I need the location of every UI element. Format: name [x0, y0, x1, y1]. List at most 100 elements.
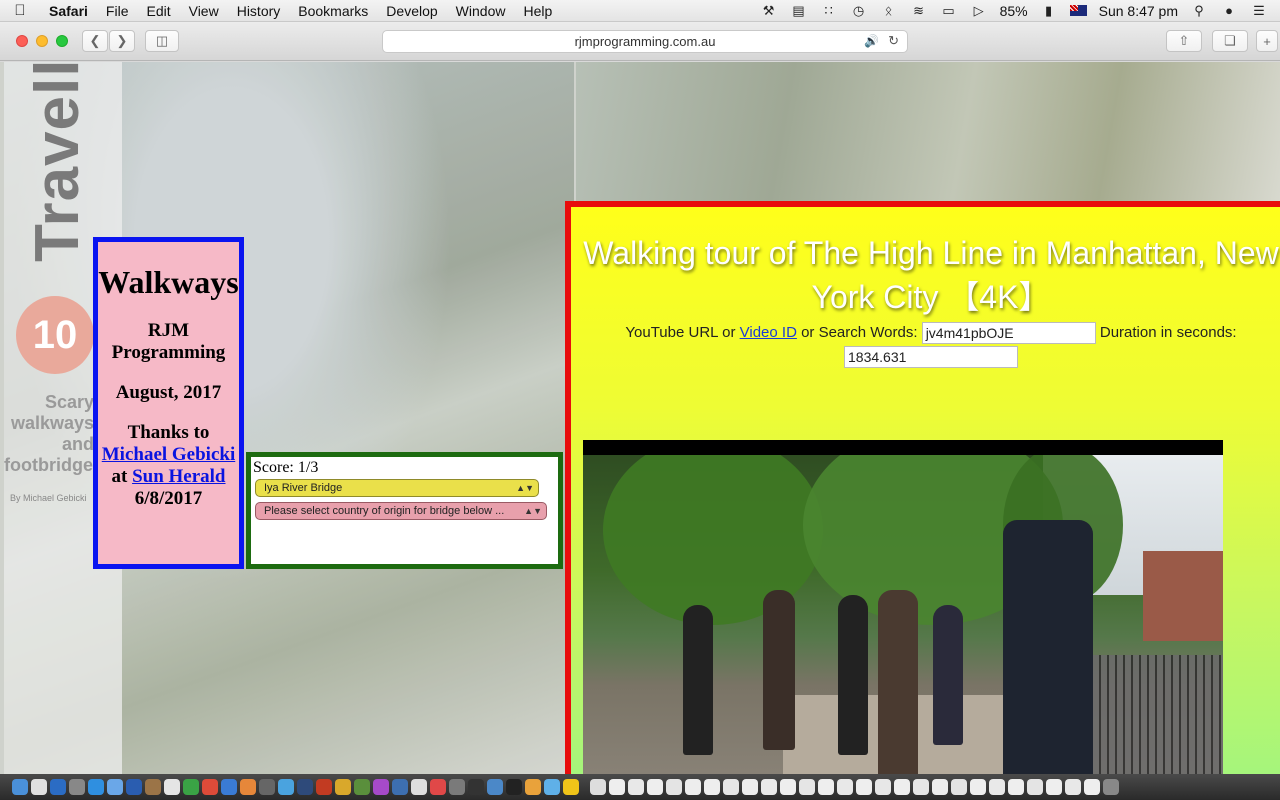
airplay-icon[interactable]: ▭ — [940, 3, 958, 18]
video-id-input[interactable]: jv4m41pbOJE — [921, 322, 1096, 345]
opera-icon[interactable] — [430, 779, 446, 795]
menu-edit[interactable]: Edit — [137, 3, 179, 19]
window-thumbnail-icon[interactable] — [742, 779, 758, 795]
window-thumbnail-icon[interactable] — [799, 779, 815, 795]
window-thumbnail-icon[interactable] — [913, 779, 929, 795]
window-thumbnail-icon[interactable] — [761, 779, 777, 795]
grid-status-icon[interactable]: ∷ — [820, 3, 838, 18]
window-thumbnail-icon[interactable] — [1046, 779, 1062, 795]
menu-view[interactable]: View — [180, 3, 228, 19]
textedit-icon[interactable] — [164, 779, 180, 795]
document-icon[interactable] — [31, 779, 47, 795]
siri-icon[interactable]: ● — [1220, 3, 1238, 18]
credit-paper-link[interactable]: Sun Herald — [132, 466, 225, 487]
input-source-flag-icon[interactable] — [1069, 5, 1087, 16]
github-icon[interactable] — [506, 779, 522, 795]
youtube-video-player[interactable] — [583, 440, 1223, 774]
share-button[interactable]: ⇧ — [1166, 30, 1202, 52]
minimize-window-button[interactable] — [36, 35, 48, 47]
window-thumbnail-icon[interactable] — [989, 779, 1005, 795]
itunes-icon[interactable] — [373, 779, 389, 795]
volume-icon[interactable]: ▷ — [970, 3, 988, 18]
firefox-icon[interactable] — [240, 779, 256, 795]
notes-icon[interactable] — [145, 779, 161, 795]
mail-icon[interactable] — [107, 779, 123, 795]
app-store-icon[interactable] — [126, 779, 142, 795]
window-thumbnail-icon[interactable] — [875, 779, 891, 795]
window-thumbnail-icon[interactable] — [780, 779, 796, 795]
window-thumbnail-icon[interactable] — [647, 779, 663, 795]
contacts-icon[interactable] — [411, 779, 427, 795]
menu-file[interactable]: File — [97, 3, 138, 19]
bluetooth-icon[interactable]: ᛟ — [880, 3, 898, 18]
window-thumbnail-icon[interactable] — [932, 779, 948, 795]
battery-percent[interactable]: 85% — [1000, 3, 1028, 19]
terminal-icon[interactable] — [259, 779, 275, 795]
video-id-link[interactable]: Video ID — [740, 324, 797, 341]
forward-button[interactable]: ❯ — [109, 30, 135, 52]
battery-icon[interactable]: ▮ — [1040, 3, 1058, 18]
window-thumbnail-icon[interactable] — [704, 779, 720, 795]
country-select[interactable]: Please select country of origin for brid… — [255, 502, 547, 520]
window-thumbnail-icon[interactable] — [628, 779, 644, 795]
utility-icon[interactable] — [449, 779, 465, 795]
xcode-icon[interactable] — [278, 779, 294, 795]
filezilla-icon[interactable] — [316, 779, 332, 795]
finder-icon[interactable] — [12, 779, 28, 795]
duration-input[interactable]: 1834.631 — [844, 346, 1018, 369]
tool-status-icon[interactable]: ⚒ — [760, 3, 778, 18]
audio-playing-icon[interactable]: 🔊 — [864, 34, 879, 48]
menu-window[interactable]: Window — [447, 3, 515, 19]
window-thumbnail-icon[interactable] — [856, 779, 872, 795]
window-thumbnail-icon[interactable] — [894, 779, 910, 795]
launchpad-icon[interactable] — [50, 779, 66, 795]
menu-develop[interactable]: Develop — [377, 3, 446, 19]
menu-history[interactable]: History — [228, 3, 290, 19]
window-thumbnail-icon[interactable] — [609, 779, 625, 795]
sketch-icon[interactable] — [525, 779, 541, 795]
menu-app-name[interactable]: Safari — [40, 3, 97, 19]
menu-help[interactable]: Help — [514, 3, 561, 19]
system-preferences-icon[interactable] — [69, 779, 85, 795]
emoji-icon[interactable] — [563, 779, 579, 795]
window-thumbnail-icon[interactable] — [590, 779, 606, 795]
calendar-icon[interactable] — [392, 779, 408, 795]
trash-icon[interactable] — [1103, 779, 1119, 795]
messages-icon[interactable] — [183, 779, 199, 795]
window-thumbnail-icon[interactable] — [837, 779, 853, 795]
back-button[interactable]: ❮ — [82, 30, 108, 52]
new-tab-button[interactable]: + — [1256, 30, 1278, 52]
sidebar-button[interactable]: ◫ — [145, 30, 179, 52]
window-thumbnail-icon[interactable] — [685, 779, 701, 795]
preview-icon[interactable] — [297, 779, 313, 795]
maps-icon[interactable] — [354, 779, 370, 795]
app-status-icon[interactable]: ▤ — [790, 3, 808, 18]
zoom-window-button[interactable] — [56, 35, 68, 47]
chrome-icon[interactable] — [202, 779, 218, 795]
notification-center-icon[interactable]: ☰ — [1250, 3, 1268, 18]
safari-icon[interactable] — [88, 779, 104, 795]
credit-person-link[interactable]: Michael Gebicki — [102, 444, 236, 465]
window-thumbnail-icon[interactable] — [818, 779, 834, 795]
spotlight-search-icon[interactable]: ⚲ — [1190, 3, 1208, 18]
window-thumbnail-icon[interactable] — [1027, 779, 1043, 795]
wifi-icon[interactable]: ≋ — [910, 3, 928, 18]
apple-menu-icon[interactable]:  — [0, 2, 40, 19]
activity-monitor-icon[interactable] — [468, 779, 484, 795]
window-thumbnail-icon[interactable] — [723, 779, 739, 795]
photos-icon[interactable] — [221, 779, 237, 795]
vlc-icon[interactable] — [335, 779, 351, 795]
window-thumbnail-icon[interactable] — [666, 779, 682, 795]
vscode-icon[interactable] — [487, 779, 503, 795]
time-machine-icon[interactable]: ◷ — [850, 3, 868, 18]
reload-icon[interactable]: ↻ — [888, 33, 899, 49]
close-window-button[interactable] — [16, 35, 28, 47]
bridge-select[interactable]: Iya River Bridge ▲▼ — [255, 479, 539, 497]
menu-bookmarks[interactable]: Bookmarks — [289, 3, 377, 19]
clock[interactable]: Sun 8:47 pm — [1099, 3, 1178, 19]
tabs-overview-button[interactable]: ❏ — [1212, 30, 1248, 52]
window-thumbnail-icon[interactable] — [1084, 779, 1100, 795]
skype-icon[interactable] — [544, 779, 560, 795]
address-bar[interactable]: rjmprogramming.com.au 🔊 ↻ — [382, 30, 908, 53]
window-thumbnail-icon[interactable] — [951, 779, 967, 795]
